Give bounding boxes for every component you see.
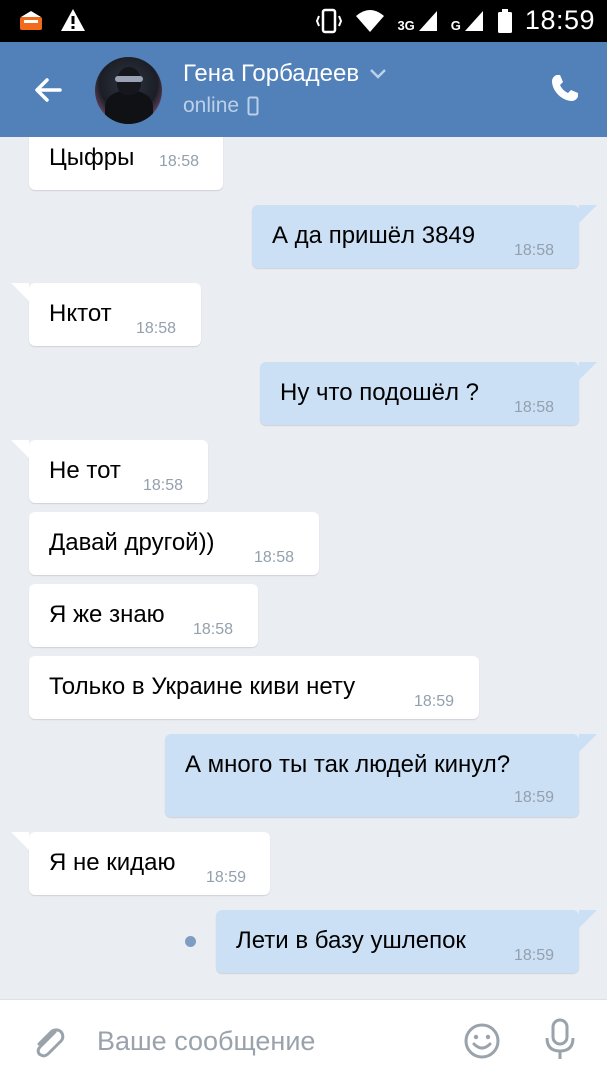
contact-status-row: online (183, 94, 259, 118)
message-bubble[interactable]: Цыфры 18:58 (29, 137, 223, 190)
network-type-label: 3G (397, 17, 415, 33)
clock: 18:59 (524, 5, 595, 35)
message-bubble[interactable]: Нктот 18:58 (29, 283, 201, 346)
bubble-tail (579, 362, 597, 380)
message-bubble[interactable]: А много ты так людей кинул? 18:59 (165, 734, 579, 817)
message-time: 18:58 (514, 242, 555, 259)
message-time: 18:58 (193, 621, 234, 638)
message-bubble[interactable]: Я не кидаю 18:59 (29, 832, 270, 895)
message-bubble[interactable]: Ну что подошёл ? 18:58 (260, 362, 579, 425)
mic-icon[interactable] (543, 1018, 577, 1062)
avatar[interactable] (95, 57, 162, 124)
attach-icon[interactable] (28, 1022, 68, 1062)
message-bubble[interactable]: Лети в базу ушлепок 18:59 (216, 910, 579, 973)
status-bar: 3G G 18:59 (0, 0, 607, 42)
message-input[interactable]: Ваше сообщение (97, 1026, 315, 1057)
message-text: Нктот (49, 300, 112, 327)
message-bubble[interactable]: Только в Украине киви нету 18:59 (29, 656, 479, 719)
message-text: Ну что подошёл ? (280, 379, 480, 406)
message-text: Цыфры (49, 144, 135, 171)
message-text: Я не кидаю (49, 849, 176, 876)
warning-icon (61, 9, 85, 31)
message-bubble[interactable]: Я же знаю 18:58 (29, 584, 258, 647)
message-time: 18:59 (514, 947, 555, 964)
bubble-tail (579, 734, 597, 752)
message-time: 18:58 (136, 320, 177, 337)
contact-name: Гена Горбадеев (183, 60, 360, 87)
chevron-down-icon (370, 69, 386, 79)
vibrate-icon (316, 8, 343, 33)
unread-indicator (185, 936, 196, 947)
status-bar-notifications (18, 8, 86, 32)
signal-icon (418, 10, 437, 31)
message-time: 18:59 (206, 869, 247, 886)
message-list[interactable]: Цыфры 18:58 А да пришёл 3849 18:58 Нктот… (0, 137, 607, 999)
message-text: А много ты так людей кинул? (185, 751, 511, 778)
message-composer: Ваше сообщение (0, 999, 607, 1080)
app-notification-icon (20, 11, 42, 30)
battery-icon (497, 8, 512, 33)
signal-icon-2 (464, 10, 483, 31)
contact-status: online (183, 94, 240, 117)
message-text: Давай другой)) (49, 529, 215, 556)
message-text: А да пришёл 3849 (272, 222, 476, 249)
message-bubble[interactable]: Давай другой)) 18:58 (29, 512, 319, 575)
mobile-icon (247, 96, 259, 116)
phone-icon[interactable] (549, 72, 581, 104)
bubble-tail (11, 832, 29, 850)
network-type-label-2: G (450, 17, 461, 33)
wifi-icon (356, 9, 385, 32)
message-time: 18:58 (254, 549, 295, 566)
bubble-tail (579, 910, 597, 928)
signal-g: G (451, 9, 485, 33)
message-bubble[interactable]: А да пришёл 3849 18:58 (252, 205, 579, 268)
status-bar-indicators: 3G G 18:59 (315, 5, 595, 36)
message-time: 18:59 (414, 693, 455, 710)
bubble-tail (11, 440, 29, 458)
chat-header: Гена Горбадеев online (0, 42, 607, 137)
back-arrow-icon[interactable] (30, 72, 66, 108)
message-time: 18:58 (514, 399, 555, 416)
message-time: 18:58 (143, 477, 184, 494)
message-text: Я же знаю (49, 601, 165, 628)
signal-3g: 3G (397, 9, 438, 33)
message-time: 18:58 (159, 153, 200, 170)
message-time: 18:59 (514, 789, 555, 806)
bubble-tail (579, 205, 597, 223)
message-text: Только в Украине киви нету (49, 673, 356, 700)
bubble-tail (11, 283, 29, 301)
message-text: Лети в базу ушлепок (236, 927, 466, 954)
emoji-icon[interactable] (463, 1022, 501, 1060)
contact-name-row[interactable]: Гена Горбадеев (183, 60, 387, 88)
message-text: Не тот (49, 457, 121, 484)
message-bubble[interactable]: Не тот 18:58 (29, 440, 208, 503)
